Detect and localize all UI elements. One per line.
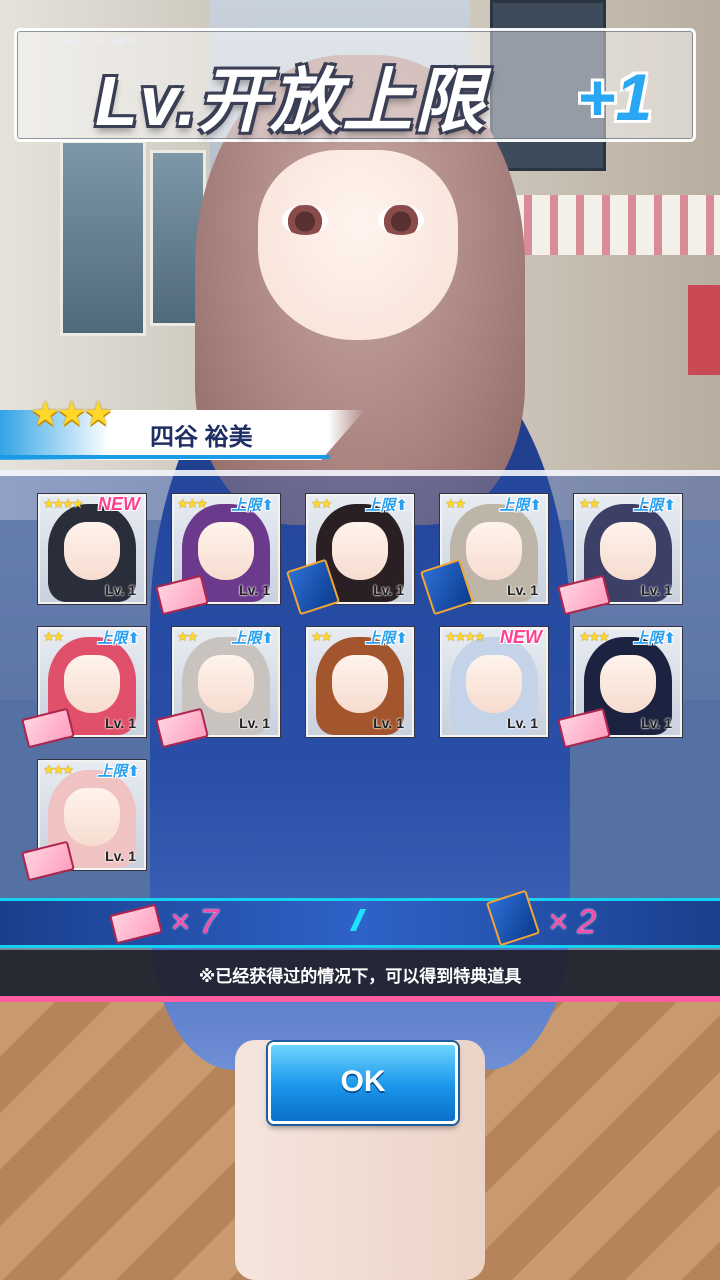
card-level: Lv. 1 bbox=[373, 715, 404, 731]
card-rarity-stars: ★★ bbox=[579, 496, 600, 511]
limit-up-badge: 上限⬆ bbox=[365, 630, 408, 647]
limit-up-badge: 上限⬆ bbox=[97, 630, 140, 647]
card-rarity-stars: ★★★★ bbox=[445, 629, 486, 644]
banner-title: Lv.开放上限 bbox=[95, 62, 487, 140]
limit-up-badge: 上限⬆ bbox=[231, 630, 274, 647]
portrait-face bbox=[332, 522, 388, 580]
level-cap-banner: ≡ACTIVE INFO Lv.开放上限 +1 bbox=[14, 28, 696, 142]
portrait-face bbox=[198, 522, 254, 580]
limit-up-badge: 上限⬆ bbox=[633, 497, 676, 514]
portrait-face bbox=[64, 522, 120, 580]
ticket-icon bbox=[109, 903, 163, 945]
card-rarity-stars: ★★★ bbox=[177, 496, 208, 511]
character-eye-right bbox=[378, 205, 424, 235]
card-rarity-stars: ★★★ bbox=[579, 629, 610, 644]
card-rarity-stars: ★★★★ bbox=[43, 496, 84, 511]
card-level: Lv. 1 bbox=[239, 715, 270, 731]
card-level: Lv. 1 bbox=[239, 582, 270, 598]
portrait-face bbox=[64, 655, 120, 713]
result-card: ★★★★ NEW Lv. 1 bbox=[38, 494, 146, 604]
result-card: ★★ 上限⬆ Lv. 1 bbox=[306, 627, 414, 737]
item-totals-bar: × 7 × 2 bbox=[0, 889, 720, 948]
card-rarity-stars: ★★ bbox=[43, 629, 64, 644]
portrait-face bbox=[64, 788, 120, 846]
ribbon-line bbox=[0, 455, 330, 459]
red-sign bbox=[688, 285, 720, 375]
card-rarity-stars: ★★ bbox=[445, 496, 466, 511]
portrait-face bbox=[600, 522, 656, 580]
character-eye-left bbox=[282, 205, 328, 235]
ticket-count: × 7 bbox=[170, 903, 219, 941]
card-level: Lv. 1 bbox=[105, 582, 136, 598]
portrait-face bbox=[466, 655, 522, 713]
bonus-note: ※已经获得过的情况下，可以得到特典道具 bbox=[198, 967, 522, 986]
card-rarity-stars: ★★ bbox=[311, 629, 332, 644]
card-rarity-stars: ★★ bbox=[311, 496, 332, 511]
portrait-face bbox=[332, 655, 388, 713]
banner-plus: +1 bbox=[577, 60, 653, 134]
card-rarity-stars: ★★★ bbox=[43, 762, 74, 777]
portrait-face bbox=[466, 522, 522, 580]
card-level: Lv. 1 bbox=[105, 715, 136, 731]
card-level: Lv. 1 bbox=[641, 715, 672, 731]
character-face bbox=[258, 150, 458, 340]
limit-up-badge: 上限⬆ bbox=[231, 497, 274, 514]
rarity-stars: ★★★ bbox=[30, 395, 113, 433]
limit-up-badge: 上限⬆ bbox=[365, 497, 408, 514]
window bbox=[60, 140, 146, 336]
limit-up-badge: 上限⬆ bbox=[499, 497, 542, 514]
book-count: × 2 bbox=[548, 903, 597, 941]
portrait-face bbox=[600, 655, 656, 713]
card-level: Lv. 1 bbox=[105, 848, 136, 864]
new-badge: NEW bbox=[98, 494, 140, 514]
character-name: 四谷 裕美 bbox=[150, 424, 253, 451]
portrait-face bbox=[198, 655, 254, 713]
limit-up-badge: 上限⬆ bbox=[97, 763, 140, 780]
card-level: Lv. 1 bbox=[373, 582, 404, 598]
limit-up-badge: 上限⬆ bbox=[633, 630, 676, 647]
card-rarity-stars: ★★ bbox=[177, 629, 198, 644]
divider-slash bbox=[349, 909, 367, 931]
card-level: Lv. 1 bbox=[507, 715, 538, 731]
card-level: Lv. 1 bbox=[641, 582, 672, 598]
result-card: ★★★★ NEW Lv. 1 bbox=[440, 627, 548, 737]
new-badge: NEW bbox=[500, 627, 542, 647]
card-level: Lv. 1 bbox=[507, 582, 538, 598]
book-icon bbox=[485, 889, 541, 947]
ok-button[interactable]: OK bbox=[268, 1042, 458, 1124]
